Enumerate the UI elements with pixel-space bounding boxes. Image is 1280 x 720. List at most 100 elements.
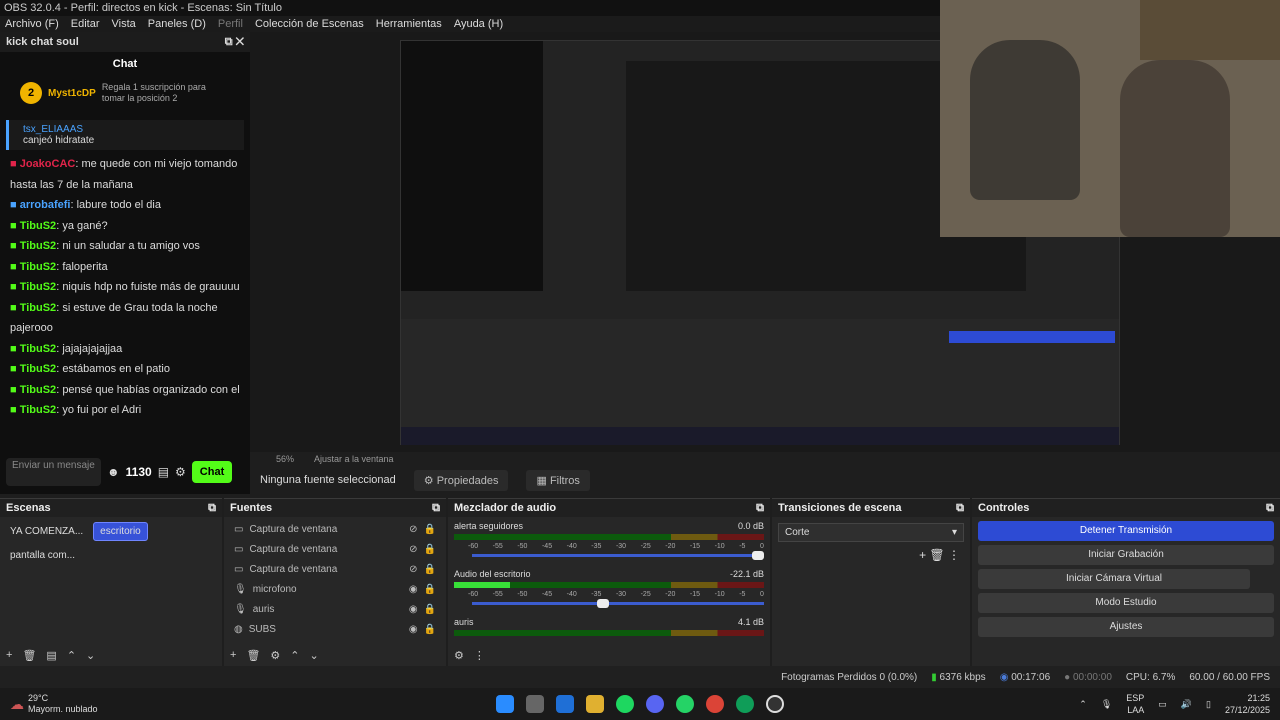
eye-hidden-icon[interactable]: ⊘	[409, 564, 417, 575]
eye-icon[interactable]: ◉	[409, 584, 418, 595]
lock-icon[interactable]: 🔒	[424, 584, 436, 595]
discord-icon[interactable]	[646, 695, 664, 713]
spotify-icon[interactable]	[616, 695, 634, 713]
chat-username[interactable]: TibuS2	[20, 220, 56, 232]
lock-icon[interactable]: 🔒	[424, 624, 436, 635]
chat-username[interactable]: TibuS2	[20, 302, 56, 314]
volume-fader[interactable]	[472, 551, 764, 560]
chat-username[interactable]: TibuS2	[20, 281, 56, 293]
chrome-profile-icon[interactable]	[736, 695, 754, 713]
scene-item[interactable]: YA COMENZA...	[4, 523, 89, 540]
advanced-audio-icon[interactable]: ⚙	[454, 649, 464, 662]
chat-username[interactable]: TibuS2	[20, 343, 56, 355]
whatsapp-icon[interactable]	[676, 695, 694, 713]
chrome-icon[interactable]	[706, 695, 724, 713]
trash-icon[interactable]: 🗑	[929, 548, 944, 562]
chevron-up-icon[interactable]: ⌃	[1079, 698, 1087, 710]
lock-icon[interactable]: 🔒	[424, 564, 436, 575]
clock-time[interactable]: 21:25	[1225, 692, 1270, 704]
add-icon[interactable]: +	[230, 649, 236, 662]
menu-item[interactable]: Perfil	[218, 16, 243, 32]
down-icon[interactable]: ⌄	[310, 649, 319, 662]
add-icon[interactable]: +	[6, 649, 12, 662]
up-icon[interactable]: ⌃	[67, 649, 76, 662]
menu-item[interactable]: Vista	[112, 16, 136, 32]
eye-hidden-icon[interactable]: ⊘	[409, 544, 417, 555]
source-item[interactable]: 🎙 auris ◉ 🔒	[224, 599, 446, 619]
menu-item[interactable]: Herramientas	[376, 16, 442, 32]
chat-username[interactable]: TibuS2	[20, 363, 56, 375]
mic-icon[interactable]: 🎙	[1101, 698, 1112, 710]
weather-widget[interactable]: ☁ 29°C Mayorm. nublado	[0, 693, 490, 715]
source-item[interactable]: 🎙 microfono ◉ 🔒	[224, 579, 446, 599]
trash-icon[interactable]: 🗑	[22, 649, 36, 662]
gear-icon[interactable]: ⚙	[270, 649, 280, 662]
network-icon[interactable]: ▭	[1158, 698, 1167, 710]
fit-mode[interactable]: Ajustar a la ventana	[314, 452, 394, 466]
emoji-icon[interactable]: ☻	[107, 465, 120, 479]
close-icon[interactable]: ✕	[236, 36, 244, 48]
chat-send-button[interactable]: Chat	[191, 461, 233, 483]
undock-icon[interactable]: ⧉	[956, 502, 964, 514]
chat-username[interactable]: arrobafefi	[20, 199, 71, 211]
undock-icon[interactable]: ⧉	[1266, 502, 1274, 514]
chat-input[interactable]: Enviar un mensaje	[6, 458, 101, 486]
battery-icon[interactable]: ▯	[1206, 698, 1211, 710]
lock-icon[interactable]: 🔒	[424, 544, 436, 555]
source-item[interactable]: ▭ Captura de ventana ⊘ 🔒	[224, 539, 446, 559]
eye-icon[interactable]: ◉	[409, 604, 418, 615]
source-item[interactable]: ◍ SUBS ◉ 🔒	[224, 619, 446, 639]
undock-icon[interactable]: ⧉	[756, 502, 764, 514]
chat-username[interactable]: TibuS2	[20, 261, 56, 273]
up-icon[interactable]: ⌃	[290, 649, 299, 662]
chat-username[interactable]: TibuS2	[20, 384, 56, 396]
obs-icon[interactable]	[766, 695, 784, 713]
chat-username[interactable]: JoakoCAC	[20, 158, 76, 170]
fader-handle[interactable]	[752, 551, 764, 560]
menu-item[interactable]: Editar	[71, 16, 100, 32]
folder-icon[interactable]	[586, 695, 604, 713]
menu-item[interactable]: Ayuda (H)	[454, 16, 503, 32]
fader-handle[interactable]	[597, 599, 610, 608]
chat-username[interactable]: TibuS2	[20, 240, 56, 252]
input-lang[interactable]: ESP	[1126, 692, 1144, 704]
undock-icon[interactable]: ⧉	[432, 502, 440, 514]
undock-icon[interactable]: ⧉	[208, 502, 216, 514]
menu-item[interactable]: Archivo (F)	[5, 16, 59, 32]
add-icon[interactable]: +	[919, 548, 926, 562]
menu-item[interactable]: Colección de Escenas	[255, 16, 364, 32]
menu-dots-icon[interactable]: ⋮	[474, 649, 485, 662]
settings-icon[interactable]: ⚙	[175, 465, 186, 479]
control-button[interactable]: Ajustes	[978, 617, 1274, 637]
trash-icon[interactable]: 🗑	[246, 649, 260, 662]
scene-item[interactable]: pantalla com...	[4, 547, 81, 564]
scene-item[interactable]: escritorio	[93, 522, 148, 541]
control-button[interactable]: Iniciar Cámara Virtual	[978, 569, 1250, 589]
menu-item[interactable]: Paneles (D)	[148, 16, 206, 32]
float-icon[interactable]: ⧉	[225, 36, 233, 48]
control-button[interactable]: Detener Transmisión	[978, 521, 1274, 541]
eye-icon[interactable]: ◉	[409, 624, 418, 635]
points-count[interactable]: 1130	[126, 465, 152, 479]
source-item[interactable]: ▭ Captura de ventana ⊘ 🔒	[224, 559, 446, 579]
menu-dots-icon[interactable]: ⋮	[948, 548, 960, 562]
transition-select[interactable]: Corte ▾	[778, 523, 964, 542]
outlook-icon[interactable]	[556, 695, 574, 713]
lock-icon[interactable]: 🔒	[424, 604, 436, 615]
filters-button[interactable]: ▦ Filtros	[526, 469, 590, 491]
lock-icon[interactable]: 🔒	[424, 524, 436, 535]
control-button[interactable]: Iniciar Grabación	[978, 545, 1274, 565]
zoom-level[interactable]: 56%	[276, 452, 294, 466]
control-button[interactable]: Modo Estudio	[978, 593, 1274, 613]
volume-icon[interactable]: 🔊	[1181, 698, 1192, 710]
down-icon[interactable]: ⌄	[86, 649, 95, 662]
eye-hidden-icon[interactable]: ⊘	[409, 524, 417, 535]
chat-username[interactable]: TibuS2	[20, 404, 56, 416]
volume-fader[interactable]	[472, 599, 764, 608]
source-item[interactable]: ▭ Captura de ventana ⊘ 🔒	[224, 519, 446, 539]
task-view-icon[interactable]	[526, 695, 544, 713]
start-icon[interactable]	[496, 695, 514, 713]
filter-icon[interactable]: ▤	[46, 649, 56, 662]
properties-button[interactable]: ⚙ Propiedades	[413, 469, 509, 491]
store-icon[interactable]: ▤	[158, 465, 169, 479]
